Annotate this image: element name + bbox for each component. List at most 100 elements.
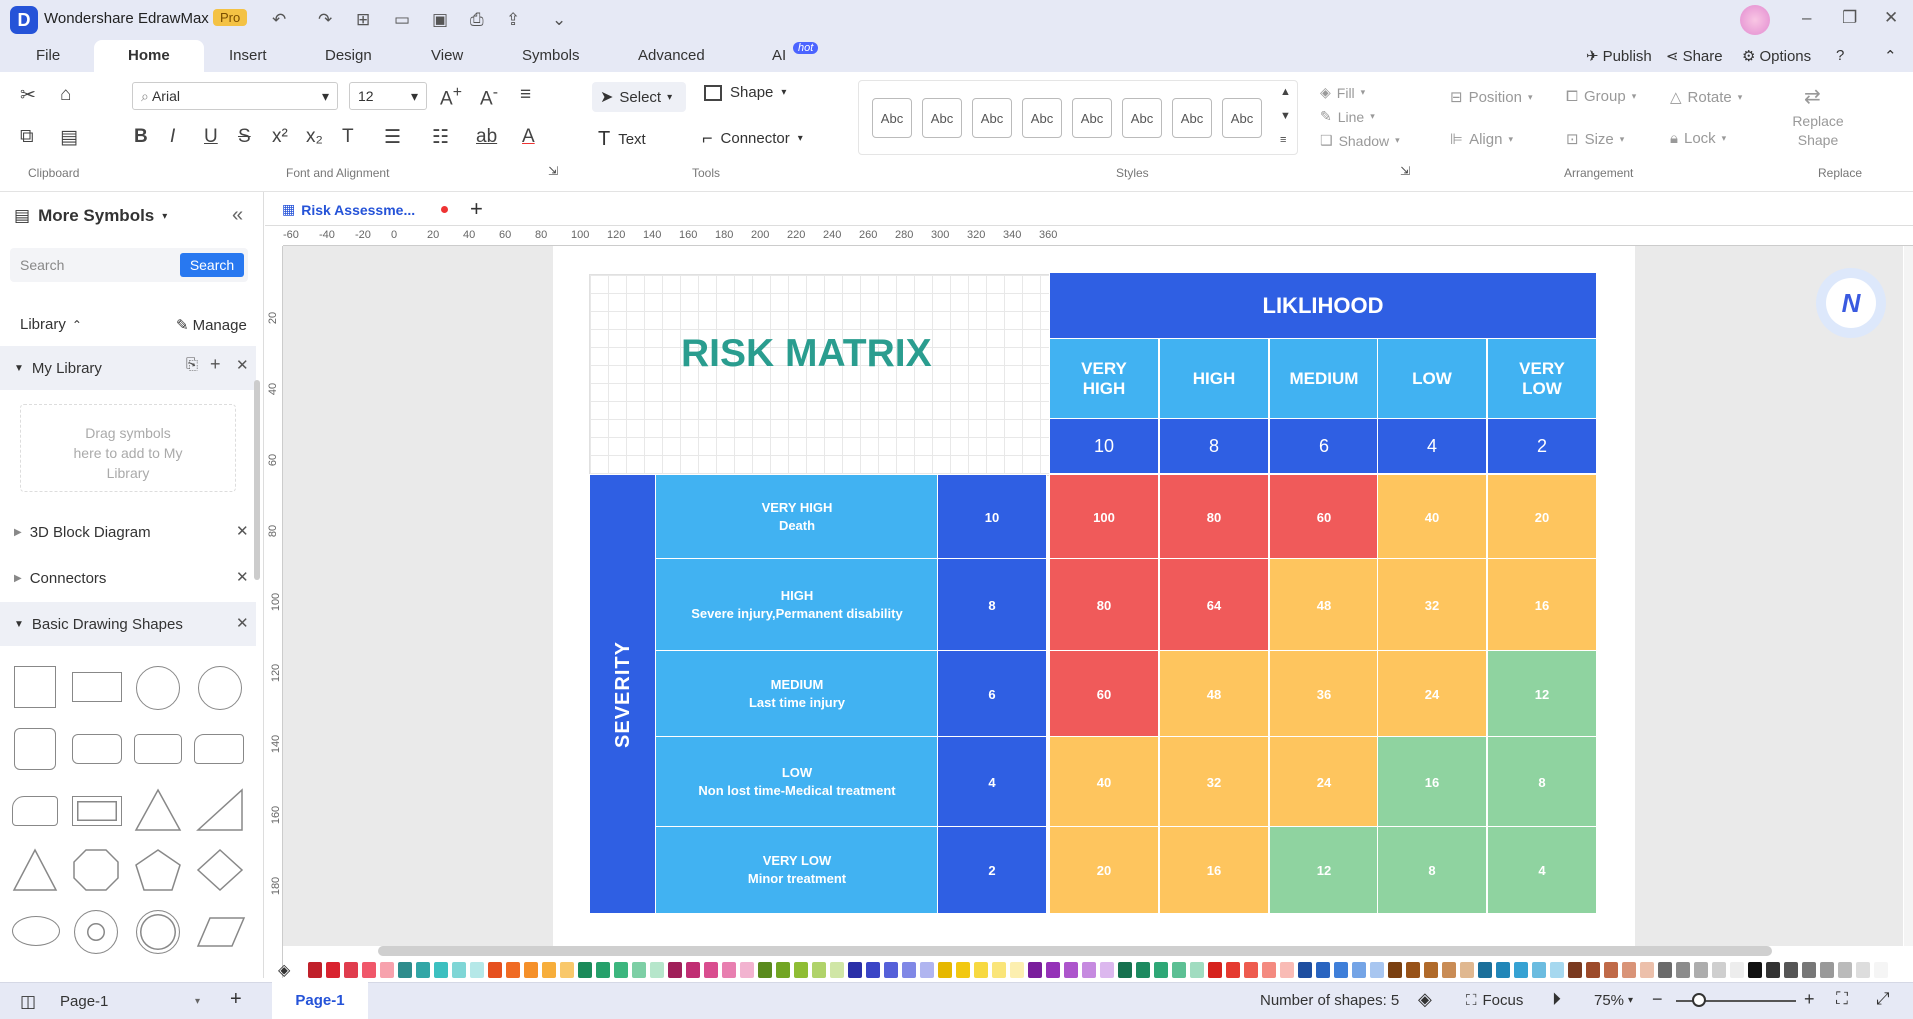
palette-swatch[interactable]: [758, 962, 772, 978]
publish-button[interactable]: ✈ Publish: [1586, 47, 1652, 66]
palette-swatch[interactable]: [992, 962, 1006, 978]
shape-parallelogram[interactable]: [196, 916, 246, 948]
palette-swatch[interactable]: [1748, 962, 1762, 978]
text-highlight-icon[interactable]: ab: [476, 126, 497, 148]
page-layout-icon[interactable]: ◫: [20, 992, 36, 1012]
palette-swatch[interactable]: [1208, 962, 1222, 978]
shape-octagon[interactable]: [72, 848, 120, 892]
risk-score-cell[interactable]: 12: [1269, 826, 1379, 914]
severity-row-label[interactable]: HIGH Severe injury,Permanent disability: [655, 558, 939, 652]
pro-badge[interactable]: Pro: [213, 9, 248, 26]
sidebar-scrollbar[interactable]: [254, 380, 260, 580]
risk-score-cell[interactable]: 8: [1487, 736, 1597, 828]
palette-swatch[interactable]: [1028, 962, 1042, 978]
print-icon[interactable]: ⎙: [470, 10, 484, 30]
palette-swatch[interactable]: [434, 962, 448, 978]
palette-swatch[interactable]: [596, 962, 610, 978]
likelihood-header[interactable]: LIKLIHOOD: [1049, 272, 1597, 340]
palette-swatch[interactable]: [1046, 962, 1060, 978]
palette-swatch[interactable]: [1784, 962, 1798, 978]
palette-swatch[interactable]: [1118, 962, 1132, 978]
risk-score-cell[interactable]: 48: [1159, 650, 1269, 738]
redo-icon[interactable]: ↷: [318, 10, 332, 30]
focus-mode-button[interactable]: ⛶ Focus: [1466, 992, 1523, 1009]
shape-snip-rectangle[interactable]: [194, 734, 244, 764]
style-swatch[interactable]: Abc: [1072, 98, 1112, 138]
select-tool-button[interactable]: ➤ Select ▾: [592, 82, 686, 112]
likelihood-col-label[interactable]: MEDIUM: [1269, 338, 1379, 420]
font-size-select[interactable]: 12 ▾: [349, 82, 427, 110]
risk-score-cell[interactable]: 8: [1377, 826, 1487, 914]
palette-swatch[interactable]: [1334, 962, 1348, 978]
palette-swatch[interactable]: [704, 962, 718, 978]
style-scroll-down-icon[interactable]: ▼: [1280, 110, 1291, 122]
shape-round-corner-rect[interactable]: [12, 796, 58, 826]
palette-swatch[interactable]: [956, 962, 970, 978]
palette-swatch[interactable]: [1406, 962, 1420, 978]
palette-swatch[interactable]: [1136, 962, 1150, 978]
library-toggle[interactable]: Library ⌃: [20, 316, 82, 333]
rotate-button[interactable]: △ Rotate ▾: [1670, 88, 1742, 107]
palette-swatch[interactable]: [362, 962, 376, 978]
increase-font-icon[interactable]: A+: [440, 84, 462, 110]
bullet-list-icon[interactable]: ☷: [432, 126, 449, 149]
risk-score-cell[interactable]: 20: [1487, 474, 1597, 560]
palette-swatch[interactable]: [1352, 962, 1366, 978]
shadow-button[interactable]: ❑ Shadow ▾: [1320, 132, 1400, 149]
zoom-level-select[interactable]: 75% ▾: [1594, 992, 1633, 1009]
severity-row-score[interactable]: 6: [937, 650, 1047, 738]
customize-quick-access-icon[interactable]: ⌄: [552, 10, 566, 30]
likelihood-col-score[interactable]: 6: [1269, 418, 1379, 474]
subscript-icon[interactable]: x₂: [306, 126, 323, 148]
palette-swatch[interactable]: [1460, 962, 1474, 978]
shape-triangle[interactable]: [134, 788, 182, 832]
likelihood-col-score[interactable]: 4: [1377, 418, 1487, 474]
menu-ai[interactable]: AI: [772, 47, 786, 64]
replace-shape-icon[interactable]: ⇄: [1804, 84, 1821, 109]
shape-framed-rectangle[interactable]: [72, 796, 122, 826]
palette-swatch[interactable]: [488, 962, 502, 978]
replace-shape-button[interactable]: Replace Shape: [1790, 112, 1846, 150]
palette-swatch[interactable]: [1874, 962, 1888, 978]
help-icon[interactable]: ?: [1836, 47, 1844, 64]
palette-swatch[interactable]: [632, 962, 646, 978]
palette-swatch[interactable]: [1424, 962, 1438, 978]
zoom-out-icon[interactable]: −: [1652, 989, 1663, 1010]
palette-swatch[interactable]: [308, 962, 322, 978]
symbol-search-button[interactable]: Search: [180, 253, 244, 277]
import-library-icon[interactable]: ⎘: [186, 356, 198, 373]
fit-to-window-icon[interactable]: ⛶: [1836, 989, 1848, 1009]
size-button[interactable]: ⊡ Size ▾: [1566, 130, 1624, 149]
palette-swatch[interactable]: [1388, 962, 1402, 978]
palette-swatch[interactable]: [1712, 962, 1726, 978]
risk-score-cell[interactable]: 16: [1377, 736, 1487, 828]
more-symbols-header[interactable]: ▤ More Symbols ▾: [14, 206, 167, 226]
collapse-ribbon-icon[interactable]: ⌃: [1884, 47, 1897, 65]
section-basic-drawing-shapes[interactable]: ▼ Basic Drawing Shapes: [0, 602, 256, 646]
risk-score-cell[interactable]: 16: [1159, 826, 1269, 914]
close-section-icon[interactable]: ✕: [236, 522, 249, 540]
palette-swatch[interactable]: [452, 962, 466, 978]
strikethrough-icon[interactable]: S: [238, 126, 251, 148]
risk-score-cell[interactable]: 80: [1159, 474, 1269, 560]
zoom-slider-handle[interactable]: [1692, 993, 1706, 1007]
severity-label[interactable]: SEVERITY: [589, 474, 657, 914]
shape-rounded-rect-2[interactable]: [134, 734, 182, 764]
palette-swatch[interactable]: [560, 962, 574, 978]
palette-swatch[interactable]: [1370, 962, 1384, 978]
severity-row-score[interactable]: 8: [937, 558, 1047, 652]
palette-swatch[interactable]: [1676, 962, 1690, 978]
layers-icon[interactable]: ◈: [1418, 989, 1432, 1010]
shape-diamond[interactable]: [196, 848, 244, 892]
format-painter-icon[interactable]: ⌂: [60, 84, 71, 106]
palette-swatch[interactable]: [1856, 962, 1870, 978]
palette-swatch[interactable]: [1244, 962, 1258, 978]
risk-score-cell[interactable]: 40: [1377, 474, 1487, 560]
severity-row-score[interactable]: 4: [937, 736, 1047, 828]
document-tab[interactable]: ▦ Risk Assessme...: [282, 201, 415, 218]
fill-color-picker-icon[interactable]: ◈: [278, 960, 290, 980]
palette-swatch[interactable]: [1604, 962, 1618, 978]
font-color-icon[interactable]: A: [522, 126, 535, 148]
collapse-sidebar-icon[interactable]: «: [232, 204, 243, 227]
likelihood-col-score[interactable]: 8: [1159, 418, 1269, 474]
